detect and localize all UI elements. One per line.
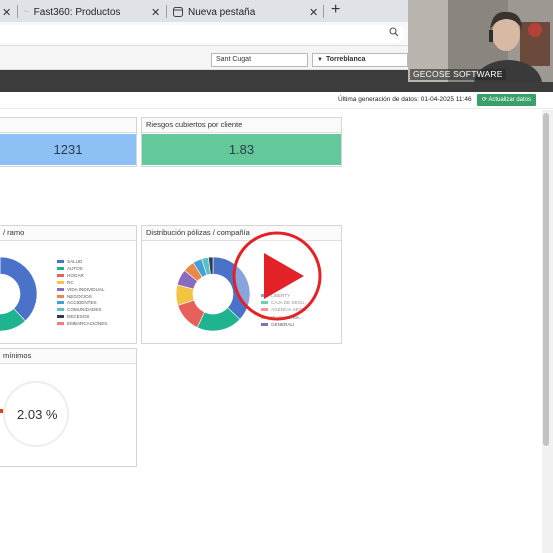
legend-item[interactable]: DECESOS — [57, 314, 89, 319]
panel-title — [0, 118, 136, 133]
legend-label: AUTOS — [67, 265, 83, 271]
address-field[interactable] — [0, 25, 405, 43]
legend-label: ACCIDENTES — [67, 300, 97, 306]
close-icon[interactable]: ✕ — [151, 6, 160, 19]
refresh-data-button[interactable]: ⟳ Actualizar datos — [477, 94, 536, 106]
legend-swatch — [57, 294, 64, 298]
legend-item[interactable]: EMBARCACIONES — [57, 321, 107, 326]
gauge-value: 2.03 % — [17, 407, 58, 422]
panel-title: mínimos — [0, 349, 136, 364]
agent-select-value: Torreblanca — [325, 56, 366, 63]
legend-swatch — [57, 301, 64, 305]
office-select[interactable]: Sant Cugat — [211, 53, 308, 67]
legend-item[interactable]: GENERALI — [261, 322, 294, 327]
legend-label: COMUNIDADES — [67, 307, 102, 313]
legend-label: SALUD — [67, 259, 83, 264]
legend-label: RC — [67, 279, 74, 285]
legend-label: NEGOCIOS — [67, 293, 92, 299]
tab-divider — [17, 5, 18, 18]
zoom-search-icon[interactable] — [389, 27, 399, 37]
tab-nueva-close[interactable]: ✕ — [309, 2, 318, 22]
legend-item[interactable]: NEGOCIOS — [57, 294, 92, 299]
office-select-value: Sant Cugat — [216, 56, 252, 63]
chevron-down-icon: ▼ — [317, 57, 323, 63]
legend-label: VIDA INDIVIDUAL — [67, 286, 105, 292]
legend-swatch — [57, 260, 64, 263]
legend-swatch — [57, 322, 64, 326]
donut-slice — [0, 256, 38, 322]
agent-select[interactable]: ▼ Torreblanca — [312, 53, 408, 67]
tab-favicon-icon — [173, 7, 183, 17]
refresh-icon: ⟳ — [481, 97, 487, 103]
tab-divider — [323, 5, 324, 18]
legend-swatch — [261, 322, 268, 326]
tab-previous-close[interactable]: ✕ — [2, 2, 11, 22]
legend-swatch — [57, 273, 64, 277]
play-video-icon[interactable] — [232, 231, 322, 321]
panel-title: / ramo — [0, 226, 136, 241]
legend-item[interactable]: AUTOS — [57, 266, 83, 271]
tab-favicon-icon: ~ — [24, 7, 29, 16]
legend-label: EMBARCACIONES — [67, 321, 108, 327]
panel-title: Riesgos cubiertos por cliente — [142, 118, 341, 133]
legend-label: GENERALI — [271, 321, 295, 327]
tab-fast360-productos[interactable]: ~ Fast360: Productos — [24, 2, 120, 22]
scrollbar-thumb[interactable] — [543, 113, 549, 446]
legend-item[interactable]: RC — [57, 280, 74, 285]
legend-swatch — [57, 280, 64, 284]
generation-timestamp: Última generación de datos: 01-04-2025 1… — [338, 96, 472, 103]
tab-fast360-close[interactable]: ✕ — [151, 2, 160, 22]
legend-item[interactable]: ACCIDENTES — [57, 300, 97, 305]
webcam-caption: GECOSE SOFTWARE — [410, 69, 506, 80]
refresh-label: Actualizar datos — [488, 97, 532, 103]
gauge-indicator — [0, 409, 3, 413]
kpi-value: 1.83 — [142, 134, 341, 165]
legend-label: HOGAR — [67, 272, 84, 278]
tab-nueva-pestana[interactable]: Nueva pestaña — [173, 2, 255, 22]
tab-label: Fast360: Productos — [33, 6, 121, 18]
legend-item[interactable]: VIDA INDIVIDUAL — [57, 287, 105, 292]
legend-swatch — [57, 266, 64, 270]
screen: ✕ ~ Fast360: Productos ✕ Nueva pestaña ✕… — [0, 0, 553, 553]
legend-label: DECESOS — [67, 314, 90, 320]
legend-swatch — [57, 315, 64, 319]
close-icon[interactable]: ✕ — [309, 6, 318, 19]
legend-item[interactable]: SALUD — [57, 259, 82, 264]
legend-swatch — [57, 287, 64, 291]
tab-label: Nueva pestaña — [188, 6, 256, 18]
new-tab-button[interactable]: + — [331, 1, 340, 19]
close-icon[interactable]: ✕ — [2, 6, 11, 19]
tab-divider — [166, 5, 167, 18]
legend-item[interactable]: HOGAR — [57, 273, 84, 278]
kpi-value: 1231 — [0, 134, 136, 165]
ramo-donut-chart — [0, 256, 38, 332]
legend-item[interactable]: COMUNIDADES — [57, 307, 101, 312]
legend-swatch — [57, 308, 64, 312]
